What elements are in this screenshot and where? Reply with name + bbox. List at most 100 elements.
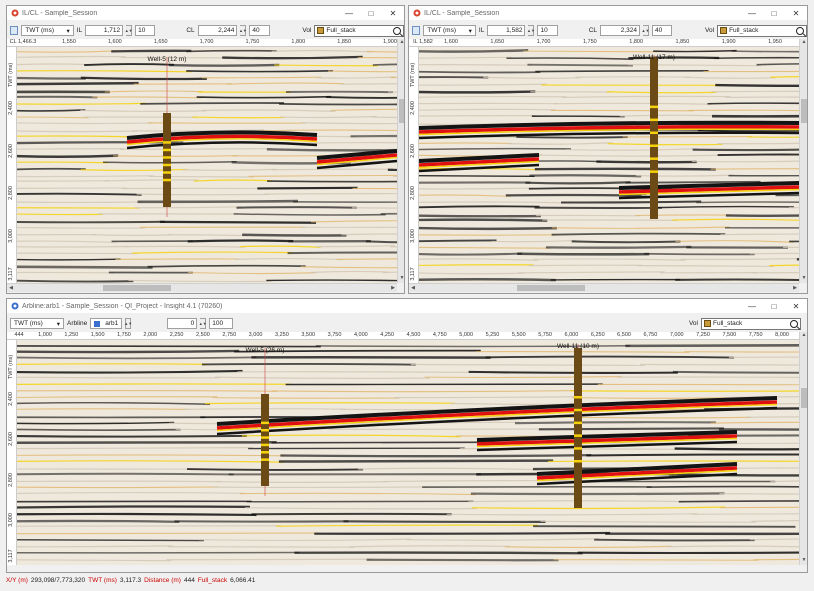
scroll-up-arrow[interactable]: ▲ — [800, 332, 807, 340]
arbline-select[interactable]: arb1 — [90, 318, 123, 329]
step-input[interactable]: 100 — [209, 318, 234, 329]
time-mode-select[interactable]: TWT (ms) ▾ — [423, 25, 476, 36]
scroll-left-arrow[interactable]: ◀ — [7, 284, 15, 292]
well-label: Well-5 (26 m) — [246, 347, 285, 354]
reflector — [570, 390, 799, 392]
reflector — [586, 453, 799, 457]
well-log[interactable] — [574, 348, 582, 508]
reflector — [485, 355, 734, 359]
scroll-right-arrow[interactable]: ▶ — [791, 284, 799, 292]
scroll-down-arrow[interactable]: ▼ — [398, 275, 404, 283]
vertical-scrollbar[interactable]: ▲ ▼ — [799, 332, 807, 565]
maximize-button[interactable]: □ — [763, 299, 785, 313]
horizontal-scrollbar[interactable]: ◀ ▶ — [7, 283, 397, 292]
volume-selector[interactable]: Full_stack — [701, 317, 801, 330]
reflector — [239, 492, 476, 496]
maximize-button[interactable]: □ — [360, 6, 382, 20]
cl-spinner[interactable]: ▲▼ — [239, 25, 247, 36]
volume-selector[interactable]: Full_stack — [717, 24, 807, 37]
view-icon[interactable] — [10, 26, 19, 35]
search-icon[interactable] — [796, 26, 804, 35]
scroll-left-arrow[interactable]: ◀ — [409, 284, 417, 292]
cl-step-input[interactable]: 40 — [249, 25, 270, 36]
il-spinner[interactable]: ▲▼ — [527, 25, 535, 36]
well-log[interactable] — [650, 57, 658, 219]
seismic-section[interactable]: Well-11 (17 m) — [419, 47, 799, 283]
reflector — [571, 240, 681, 244]
close-button[interactable]: ✕ — [785, 299, 807, 313]
reflector — [147, 264, 306, 268]
il-step-input[interactable]: 10 — [537, 25, 558, 36]
scroll-up-arrow[interactable]: ▲ — [398, 39, 404, 47]
reflector — [17, 201, 143, 204]
il-spinner[interactable]: ▲▼ — [125, 25, 133, 36]
right-titlebar[interactable]: IL/CL - Sample_Session — □ ✕ — [409, 6, 807, 20]
reflector — [731, 50, 799, 53]
reflector — [710, 168, 799, 170]
scroll-thumb[interactable] — [103, 285, 171, 291]
reflector — [17, 428, 181, 431]
reflector — [233, 213, 386, 216]
il-step-input[interactable]: 10 — [135, 25, 156, 36]
corner-label: CL 1,466.3 — [9, 39, 37, 45]
cl-spinner[interactable]: ▲▼ — [642, 25, 649, 36]
reflector — [336, 258, 397, 260]
scroll-down-arrow[interactable]: ▼ — [800, 557, 807, 565]
start-input[interactable]: 0 — [167, 318, 198, 329]
x-tick-label: 1,550 — [62, 39, 76, 45]
horizontal-scrollbar[interactable]: ◀ ▶ — [409, 283, 799, 292]
cl-input[interactable]: 2,324 — [600, 25, 640, 36]
well-log[interactable] — [261, 394, 269, 486]
reflector — [123, 245, 246, 248]
scroll-up-arrow[interactable]: ▲ — [800, 39, 807, 47]
reflector — [17, 491, 245, 495]
seismic-section[interactable]: Well-5 (26 m) Well-11 (10 m) — [17, 340, 799, 565]
seismic-section[interactable]: Well-5 (12 m) — [17, 47, 397, 283]
app-icon — [413, 9, 421, 17]
well-log[interactable] — [163, 113, 171, 207]
x-tick-label: 2,000 — [143, 332, 158, 338]
il-input[interactable]: 1,712 — [85, 25, 124, 36]
maximize-button[interactable]: □ — [763, 6, 785, 20]
vertical-scrollbar[interactable]: ▲ ▼ — [799, 39, 807, 283]
scroll-thumb[interactable] — [517, 285, 585, 291]
minimize-button[interactable]: — — [741, 299, 763, 313]
scroll-thumb[interactable] — [801, 99, 807, 123]
scroll-thumb[interactable] — [801, 388, 807, 408]
start-spinner[interactable]: ▲▼ — [199, 318, 207, 329]
reflector — [419, 56, 512, 59]
minimize-button[interactable]: — — [741, 6, 763, 20]
x-axis: 444 1,000 1,250 1,500 1,750 2,000 2,250 2,500 2… — [7, 332, 799, 340]
reflector — [666, 545, 799, 548]
close-button[interactable]: ✕ — [785, 6, 807, 20]
reflector — [168, 63, 280, 67]
reflector — [419, 83, 547, 86]
search-icon[interactable] — [393, 26, 402, 35]
time-mode-select[interactable]: TWT (ms) ▾ — [21, 25, 74, 36]
view-icon[interactable] — [412, 26, 421, 35]
reflector — [350, 134, 397, 138]
volume-selector[interactable]: Full_stack — [314, 24, 404, 37]
reflector — [17, 258, 121, 261]
well-log-band — [650, 170, 658, 173]
arbline-value: arb1 — [105, 320, 119, 327]
close-button[interactable]: ✕ — [382, 6, 404, 20]
scroll-thumb[interactable] — [399, 99, 404, 123]
cl-step-input[interactable]: 40 — [651, 25, 673, 36]
vertical-scrollbar[interactable]: ▲ ▼ — [397, 39, 404, 283]
status-bar: X/Y (m) 293,098/7,773,320 TWT (ms) 3,117… — [0, 574, 814, 586]
arbline-titlebar[interactable]: Arbline:arb1 - Sample_Session - QI_Proje… — [7, 299, 807, 313]
minimize-button[interactable]: — — [338, 6, 360, 20]
left-titlebar[interactable]: IL/CL - Sample_Session — □ ✕ — [7, 6, 404, 20]
time-mode-select[interactable]: TWT (ms) ▾ — [10, 318, 64, 329]
reflector — [419, 142, 512, 144]
cl-input[interactable]: 2,244 — [197, 25, 238, 36]
search-icon[interactable] — [790, 319, 798, 328]
reflector — [366, 50, 397, 53]
reflector — [314, 531, 611, 535]
scroll-down-arrow[interactable]: ▼ — [800, 275, 807, 283]
arbline-spinner[interactable]: ▲▼ — [124, 318, 132, 329]
reflector — [710, 421, 799, 424]
scroll-right-arrow[interactable]: ▶ — [389, 284, 397, 292]
il-input[interactable]: 1,582 — [487, 25, 526, 36]
